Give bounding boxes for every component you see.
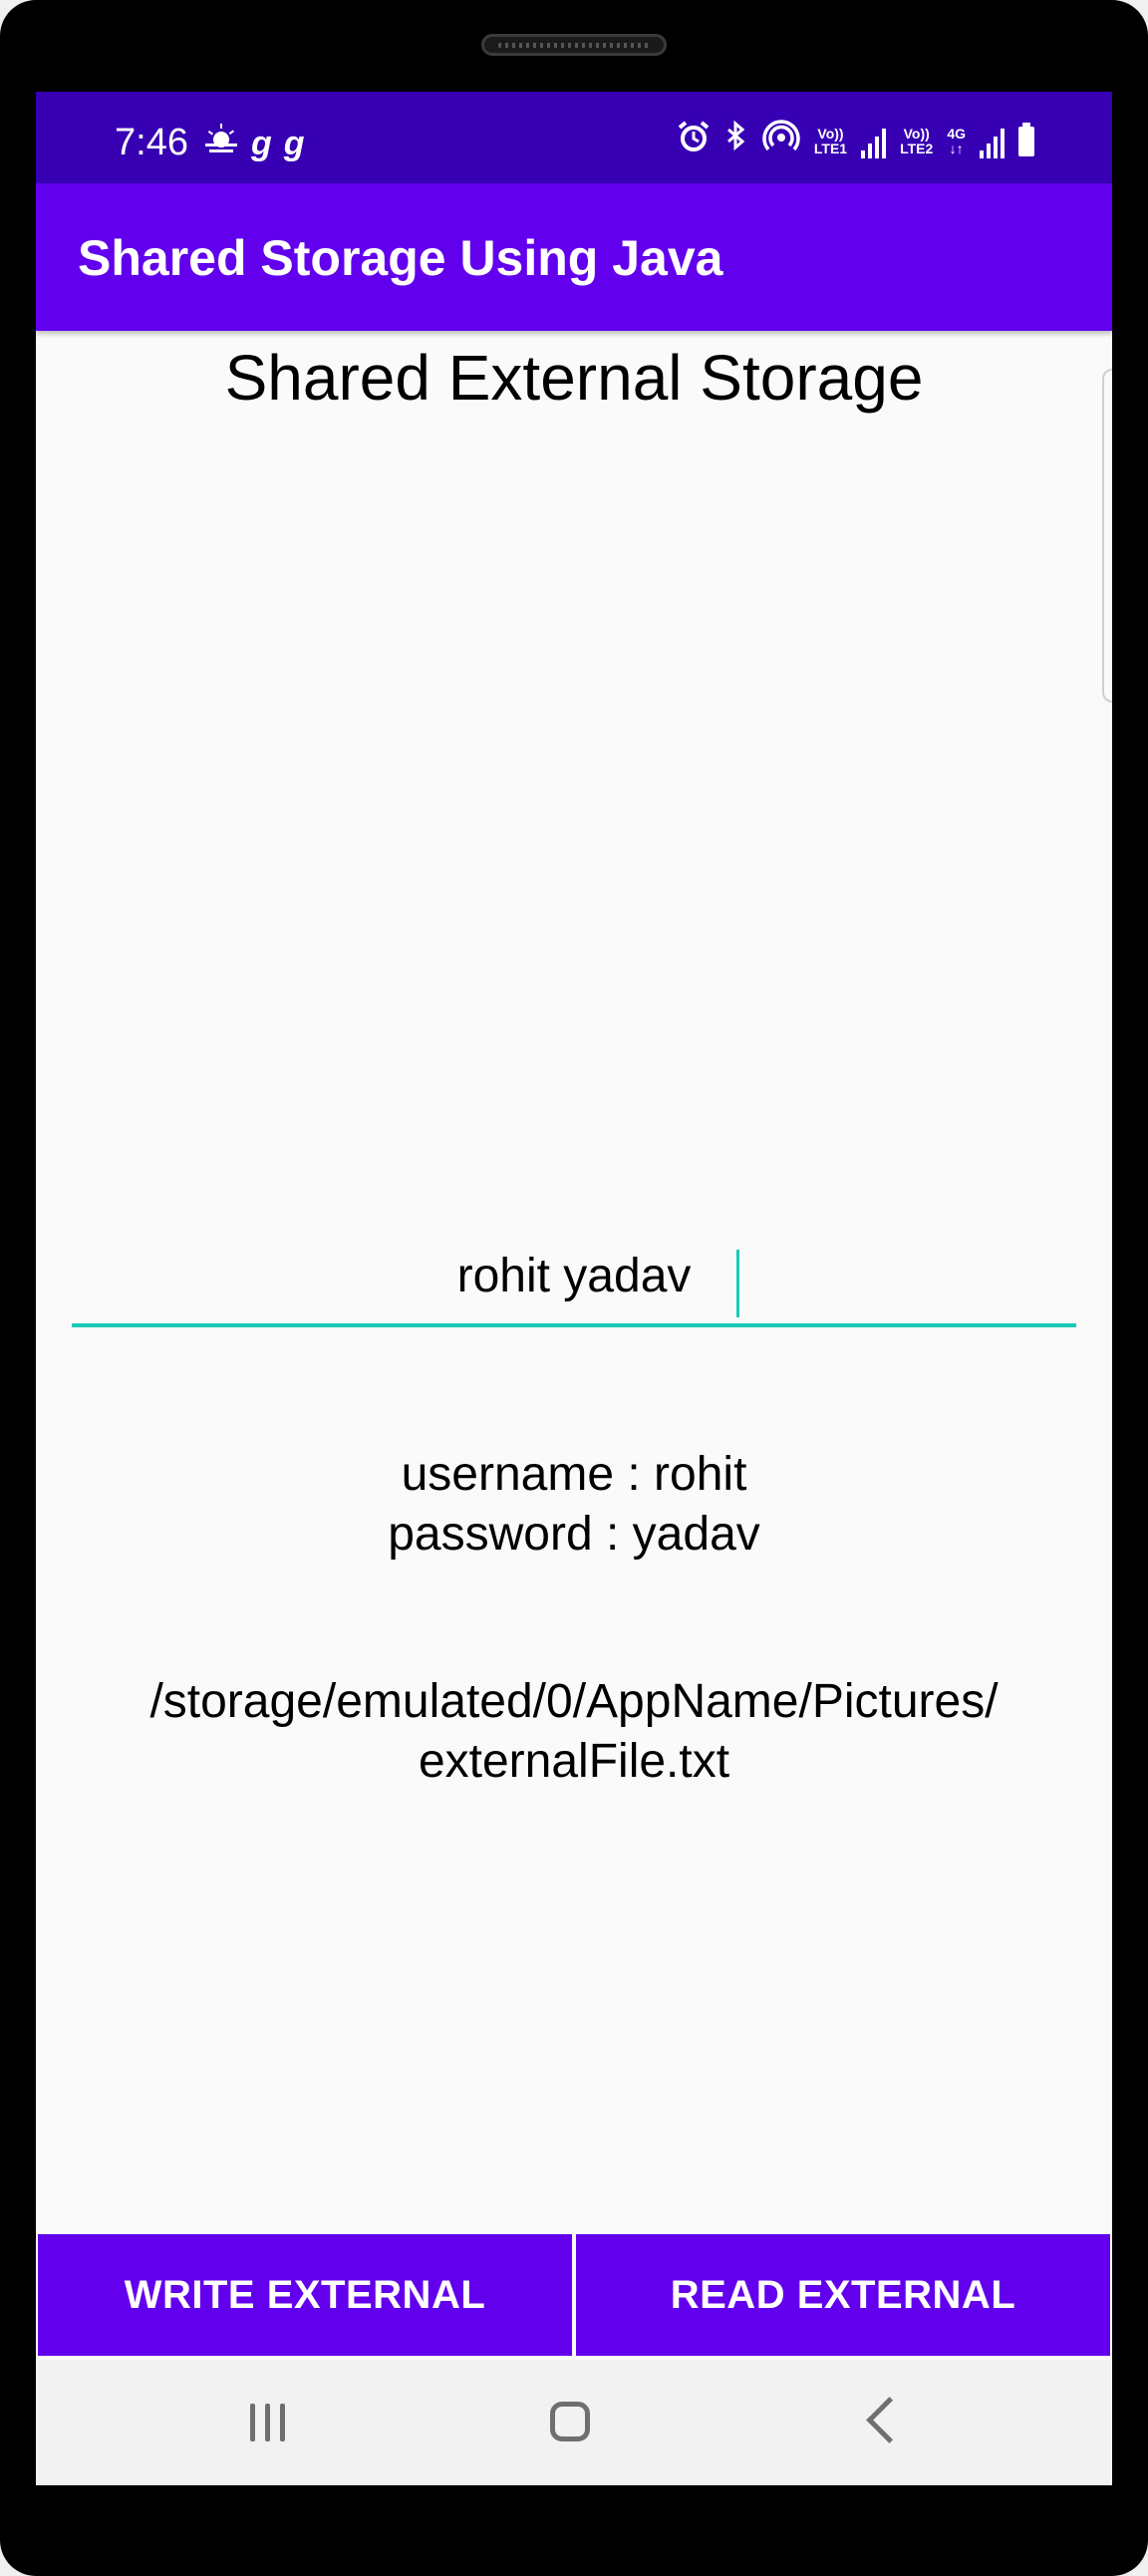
- credentials-input[interactable]: [72, 1228, 1076, 1323]
- signal-icon: [861, 125, 887, 158]
- lte2-indicator: Vo)) LTE2: [900, 125, 934, 156]
- status-left-icons: g g: [203, 122, 305, 164]
- home-icon[interactable]: [550, 2402, 590, 2441]
- read-external-button[interactable]: READ EXTERNAL: [576, 2234, 1110, 2356]
- file-path-text: /storage/emulated/0/AppName/Pictures/ ex…: [36, 1672, 1112, 1792]
- g-icon: g: [251, 124, 272, 162]
- app-bar: Shared Storage Using Java: [36, 183, 1112, 331]
- recents-icon[interactable]: [250, 2404, 285, 2441]
- status-right-icons: Vo)) LTE1 Vo)) LTE2 4G ↓↑: [677, 120, 1034, 162]
- weather-icon: [203, 122, 239, 164]
- text-input-container[interactable]: [72, 1228, 1076, 1327]
- phone-frame: 7:46 g g Vo)) LTE1 Vo)) LTE2 4G ↓↑ Share…: [0, 0, 1148, 2576]
- page-heading: Shared External Storage: [224, 342, 924, 414]
- alarm-icon: [677, 120, 711, 162]
- file-path-line1: /storage/emulated/0/AppName/Pictures/: [149, 1675, 999, 1728]
- app-title: Shared Storage Using Java: [78, 230, 723, 286]
- battery-icon: [1018, 122, 1034, 156]
- screen: 7:46 g g Vo)) LTE1 Vo)) LTE2 4G ↓↑ Share…: [36, 92, 1112, 2485]
- scroll-indicator[interactable]: [1102, 369, 1112, 703]
- hotspot-icon: [762, 120, 800, 162]
- write-external-button[interactable]: WRITE EXTERNAL: [38, 2234, 572, 2356]
- bluetooth-icon: [724, 120, 748, 162]
- status-bar: 7:46 g g Vo)) LTE1 Vo)) LTE2 4G ↓↑: [36, 92, 1112, 183]
- lte1-indicator: Vo)) LTE1: [813, 125, 848, 156]
- password-line: password : yadav: [388, 1508, 760, 1561]
- g-icon: g: [283, 124, 305, 162]
- signal-icon: [980, 125, 1004, 158]
- file-path-line2: externalFile.txt: [418, 1735, 730, 1788]
- status-time: 7:46: [115, 122, 188, 163]
- earpiece-speaker: [481, 34, 667, 56]
- navigation-bar: [36, 2360, 1112, 2485]
- back-icon[interactable]: [866, 2397, 913, 2443]
- text-cursor: [736, 1250, 739, 1317]
- network-type-indicator: 4G ↓↑: [947, 125, 966, 156]
- input-underline: [72, 1323, 1076, 1327]
- username-line: username : rohit: [401, 1448, 747, 1501]
- result-text: username : rohit password : yadav: [36, 1445, 1112, 1565]
